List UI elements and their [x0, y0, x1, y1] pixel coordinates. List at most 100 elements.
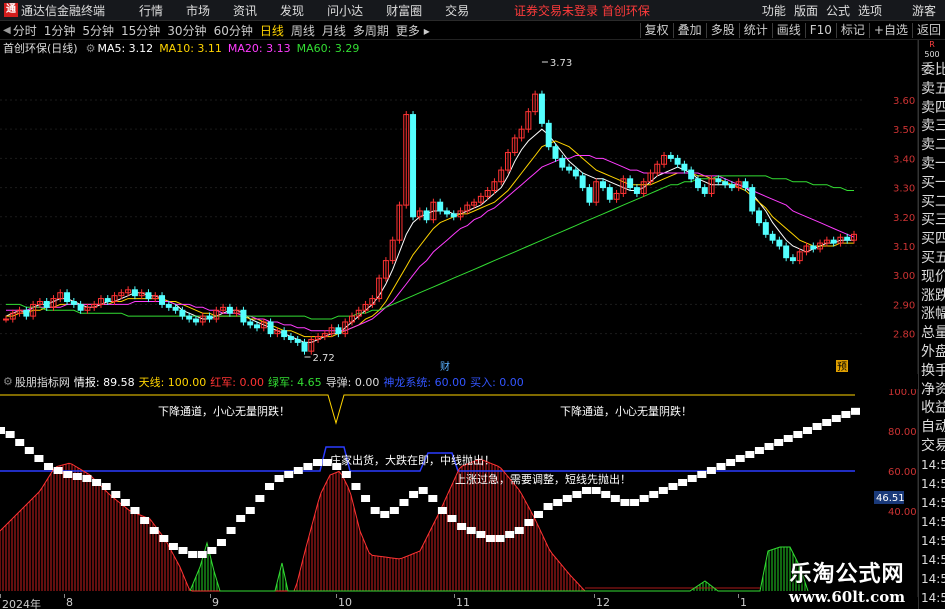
intel-block: [572, 491, 582, 498]
ma60-label: MA60: 3.29: [296, 41, 360, 55]
indicator-tick-label: 40.00: [888, 507, 917, 518]
price-chart-legend: 首创环保(日线) ⚙ MA5: 3.12 MA10: 3.11 MA20: 3.…: [0, 40, 365, 56]
side-label: 卖四: [921, 99, 945, 116]
side-label: 卖五: [921, 80, 945, 97]
tool-multi-stock[interactable]: 多股: [705, 23, 739, 38]
side-label: 换手: [921, 362, 945, 379]
tool-draw-line[interactable]: 画线: [771, 23, 805, 38]
intel-block: [457, 523, 467, 530]
menu-function[interactable]: 功能: [762, 2, 786, 19]
price-chart[interactable]: 3.60 3.50 3.40 3.30 3.20 3.10 3.00 2.90 2.80 3.7…: [0, 40, 918, 374]
indicator-name[interactable]: 股朋指标网: [15, 374, 70, 390]
side-label: 卖三: [921, 118, 945, 135]
low-price-label: 2.72: [312, 353, 334, 364]
guest-label[interactable]: 游客: [912, 2, 936, 19]
period-weekly[interactable]: 周线: [291, 22, 315, 39]
indicator-item-dragon: 神龙系统: 60.00: [383, 375, 467, 389]
candle-body: [64, 292, 71, 303]
candle-body: [247, 321, 254, 326]
indicator-tick-label: 80.00: [888, 427, 917, 438]
intel-block: [34, 455, 44, 462]
period-15min[interactable]: 15分钟: [121, 22, 160, 39]
settings-icon[interactable]: ⚙: [3, 375, 13, 388]
watermark-url: www.60lt.com: [788, 588, 906, 606]
intel-block: [53, 467, 63, 474]
candle-body: [674, 157, 681, 165]
period-intraday[interactable]: 分时: [13, 22, 37, 39]
intel-block: [735, 455, 745, 462]
menu-formula[interactable]: 公式: [826, 2, 850, 19]
period-monthly[interactable]: 月线: [322, 22, 346, 39]
candle-body: [423, 210, 430, 221]
candle-body: [749, 187, 756, 212]
menu-quotes[interactable]: 行情: [139, 2, 163, 19]
menu-news[interactable]: 资讯: [233, 2, 257, 19]
intel-block: [754, 447, 764, 454]
tool-mark[interactable]: 标记: [835, 23, 869, 38]
menu-market[interactable]: 市场: [186, 2, 210, 19]
intel-block: [697, 471, 707, 478]
period-daily[interactable]: 日线: [260, 22, 284, 39]
tool-overlay[interactable]: 叠加: [672, 23, 706, 38]
tool-statistics[interactable]: 统计: [738, 23, 772, 38]
menu-layout[interactable]: 版面: [794, 2, 818, 19]
candle-body: [267, 321, 274, 335]
menu-ask-xiaoda[interactable]: 问小达: [327, 2, 363, 19]
intel-block: [543, 503, 553, 510]
stock-name-label[interactable]: 首创环保(日线): [3, 40, 78, 56]
tool-adjust[interactable]: 复权: [639, 23, 673, 38]
candle-body: [789, 257, 796, 262]
price-tick-label: 3.60: [893, 96, 915, 107]
tool-back[interactable]: 返回: [911, 23, 945, 38]
date-tick: 9: [212, 596, 219, 609]
menu-options[interactable]: 选项: [858, 2, 882, 19]
back-arrow-icon[interactable]: ◀: [3, 25, 11, 36]
candle-body: [783, 245, 790, 259]
tool-add-watchlist[interactable]: +自选: [868, 23, 912, 38]
price-tick-label: 3.20: [893, 213, 915, 224]
intel-block: [524, 519, 534, 526]
candle-body: [762, 222, 769, 235]
login-status[interactable]: 证券交易未登录 首创环保: [514, 2, 650, 19]
menu-trade[interactable]: 交易: [445, 2, 469, 19]
candle-body: [694, 178, 701, 189]
side-label: 委比: [921, 62, 945, 78]
period-multi[interactable]: 多周期: [353, 22, 389, 39]
candle-body: [627, 178, 634, 189]
side-label: 涨跌: [921, 287, 945, 304]
high-price-label: 3.73: [550, 58, 572, 69]
intel-block: [303, 463, 313, 470]
intel-block: [764, 443, 774, 450]
candle-body: [810, 245, 817, 250]
period-30min[interactable]: 30分钟: [167, 22, 206, 39]
candle-body: [844, 236, 851, 241]
intel-block: [658, 487, 668, 494]
price-tick-label: 2.90: [893, 300, 915, 311]
price-tick-label: 3.30: [893, 184, 915, 195]
period-1min[interactable]: 1分钟: [44, 22, 76, 39]
intel-block: [389, 507, 399, 514]
intel-block: [216, 539, 226, 546]
price-tick-label: 3.00: [893, 271, 915, 282]
intel-block: [207, 547, 217, 554]
menu-discover[interactable]: 发现: [280, 2, 304, 19]
intel-block: [687, 475, 697, 482]
period-more[interactable]: 更多 ▸: [396, 22, 430, 39]
app-logo-icon: 通: [4, 3, 18, 17]
side-label: 卖一: [921, 155, 945, 172]
intel-block: [783, 435, 793, 442]
side-label: 外盘: [921, 343, 945, 360]
settings-icon[interactable]: ⚙: [86, 42, 96, 55]
period-60min[interactable]: 60分钟: [214, 22, 253, 39]
tool-f10[interactable]: F10: [804, 23, 836, 38]
intel-block: [649, 491, 659, 498]
candle-body: [3, 318, 9, 321]
candle-body: [443, 210, 450, 215]
date-tick: 11: [456, 596, 470, 609]
menu-wealth-circle[interactable]: 财富圈: [386, 2, 422, 19]
candle-body: [572, 169, 579, 177]
period-5min[interactable]: 5分钟: [82, 22, 114, 39]
candle-body: [701, 187, 708, 194]
candle-body: [179, 309, 186, 317]
chart-tool-group: 复权 叠加 多股 统计 画线 F10 标记 +自选 返回: [639, 21, 945, 40]
